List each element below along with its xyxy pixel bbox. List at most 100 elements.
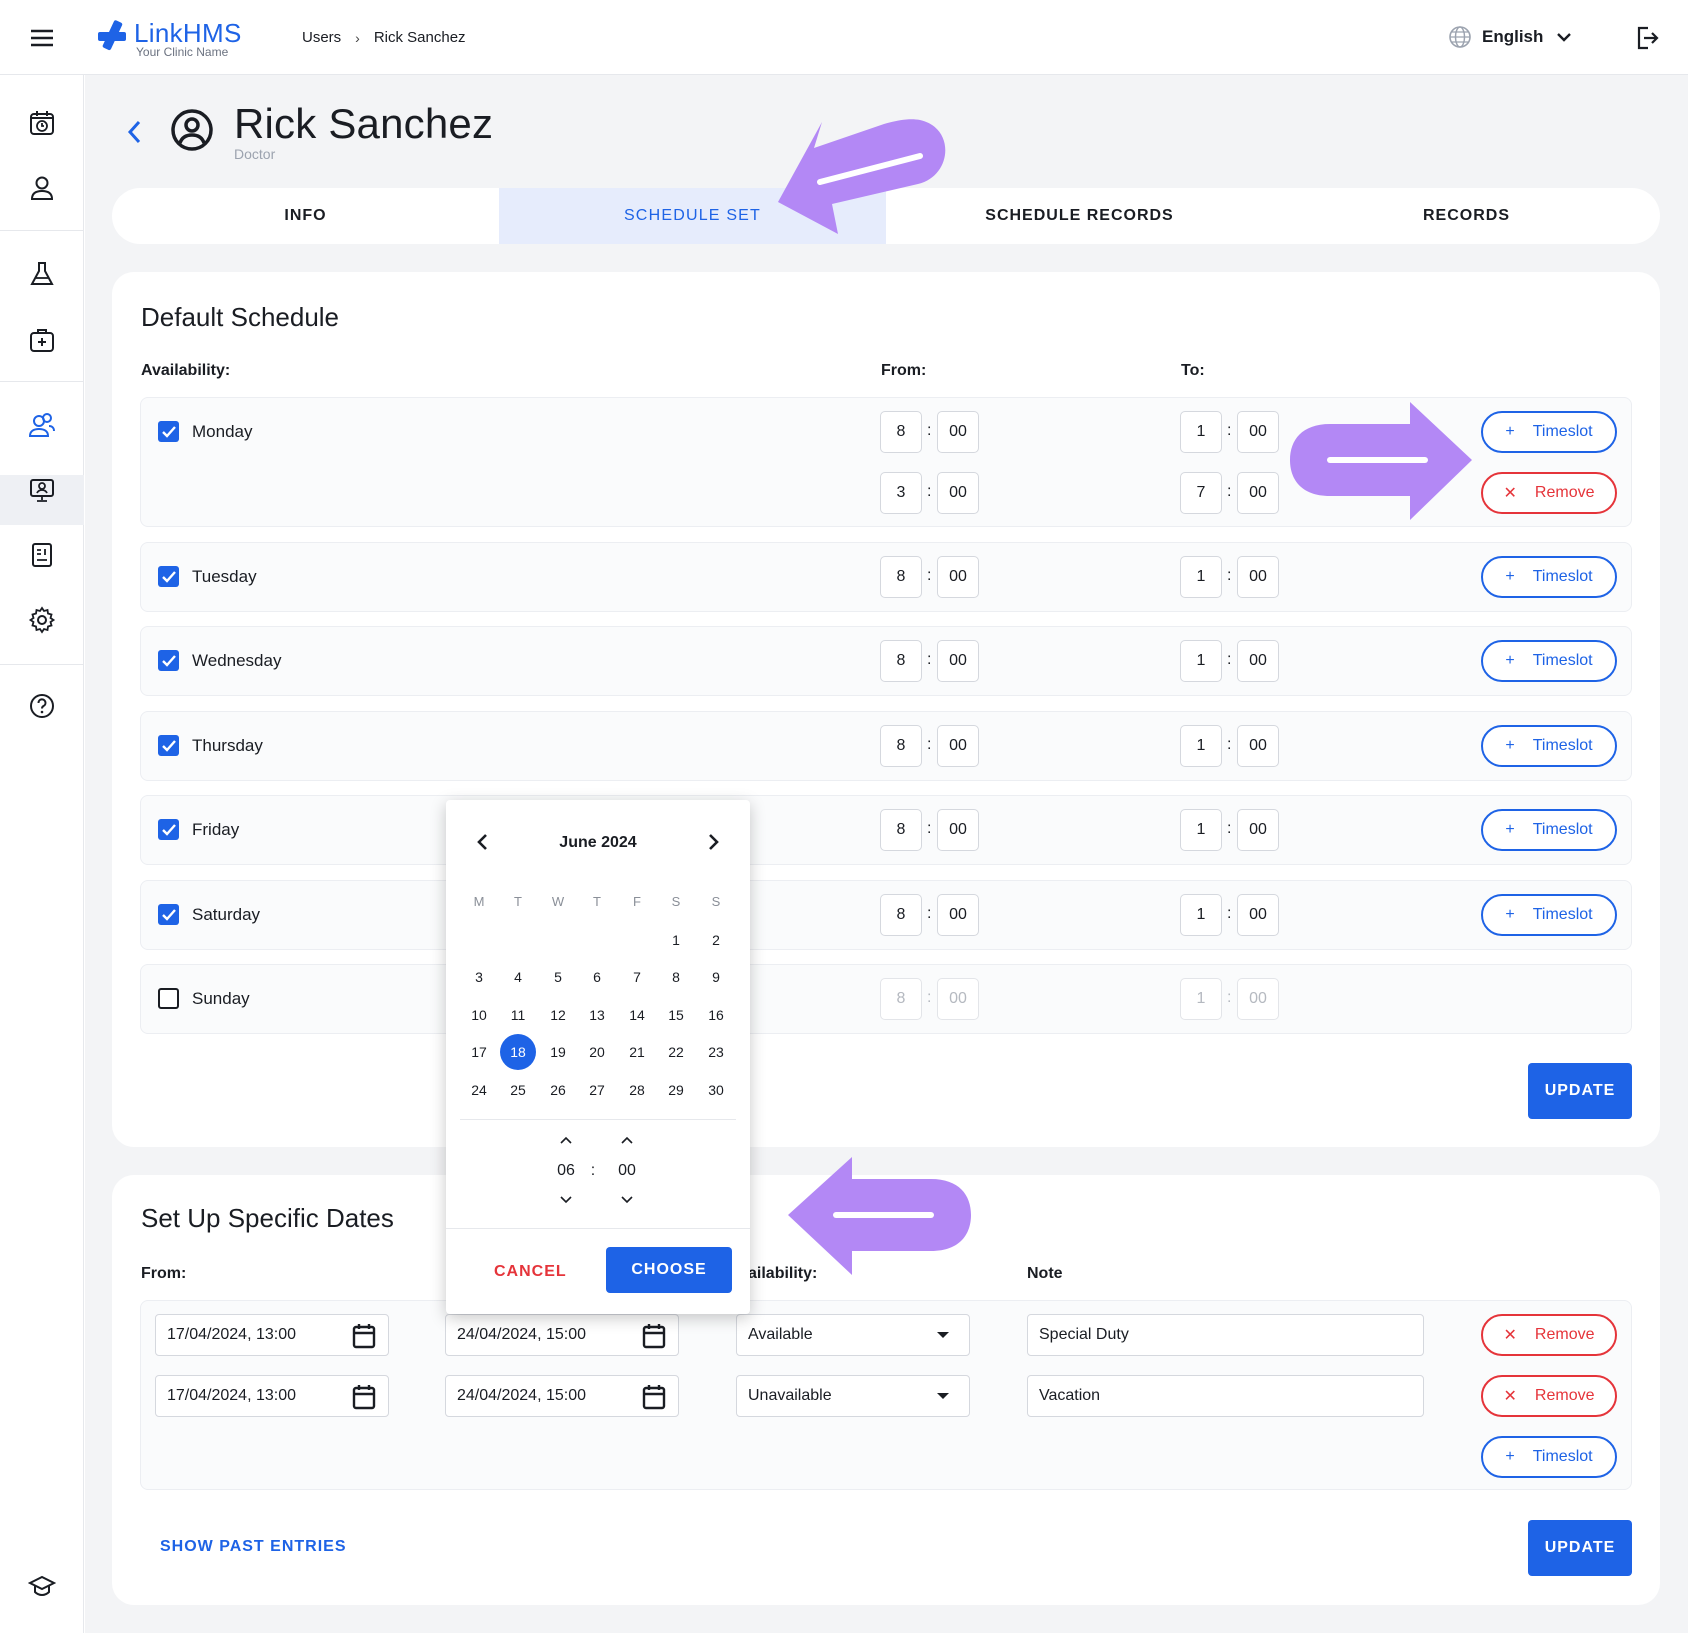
from-minute-input[interactable]: 00 (937, 640, 979, 682)
gear-icon[interactable] (28, 606, 56, 634)
back-chevron-icon[interactable] (125, 118, 143, 146)
calendar-icon[interactable] (352, 1384, 376, 1410)
add-specific-timeslot-button[interactable]: + Timeslot (1481, 1436, 1617, 1478)
calendar-day[interactable]: 7 (619, 959, 655, 995)
calendar-day[interactable]: 1 (658, 922, 694, 958)
add-timeslot-button-friday[interactable]: + Timeslot (1481, 809, 1617, 851)
tab-info[interactable]: INFO (112, 188, 499, 244)
add-timeslot-button-wednesday[interactable]: + Timeslot (1481, 640, 1617, 682)
from-minute-input[interactable]: 00 (937, 472, 979, 514)
from-minute-input[interactable]: 00 (937, 809, 979, 851)
checkbox-monday[interactable] (158, 421, 179, 442)
to-hour-input[interactable]: 1 (1180, 894, 1222, 936)
calendar-day[interactable]: 4 (500, 959, 536, 995)
to-hour-input[interactable]: 1 (1180, 725, 1222, 767)
calendar-day[interactable]: 12 (540, 997, 576, 1033)
remove-specific-date-button[interactable]: ✕ Remove (1481, 1314, 1617, 1356)
update-default-schedule-button[interactable]: UPDATE (1528, 1063, 1632, 1119)
to-minute-input[interactable]: 00 (1237, 640, 1279, 682)
calendar-day[interactable]: 29 (658, 1072, 694, 1108)
hour-value[interactable]: 06 (551, 1162, 581, 1180)
calendar-day[interactable]: 10 (461, 997, 497, 1033)
minute-down-chevron-icon[interactable] (619, 1194, 635, 1206)
to-minute-input[interactable]: 00 (1237, 556, 1279, 598)
checkbox-sunday[interactable] (158, 988, 179, 1009)
from-hour-input[interactable]: 3 (880, 472, 922, 514)
hour-down-chevron-icon[interactable] (558, 1194, 574, 1206)
note-input[interactable]: Special Duty (1027, 1314, 1424, 1356)
monitor-person-icon[interactable] (28, 476, 56, 504)
calendar-day[interactable]: 27 (579, 1072, 615, 1108)
calendar-day-selected[interactable]: 18 (500, 1034, 536, 1070)
from-hour-input[interactable]: 8 (880, 556, 922, 598)
calendar-day[interactable]: 19 (540, 1034, 576, 1070)
checkbox-friday[interactable] (158, 819, 179, 840)
add-timeslot-button-monday[interactable]: + Timeslot (1481, 411, 1617, 453)
to-hour-input[interactable]: 1 (1180, 809, 1222, 851)
cancel-button[interactable]: CANCEL (494, 1263, 567, 1281)
availability-select[interactable]: Unavailable (736, 1375, 970, 1417)
date-to-input[interactable]: 24/04/2024, 15:00 (445, 1375, 679, 1417)
help-icon[interactable] (28, 692, 56, 720)
calendar-day[interactable]: 24 (461, 1072, 497, 1108)
calendar-day[interactable]: 14 (619, 997, 655, 1033)
note-input[interactable]: Vacation (1027, 1375, 1424, 1417)
calendar-day[interactable]: 25 (500, 1072, 536, 1108)
from-minute-input[interactable]: 00 (937, 556, 979, 598)
logout-icon[interactable] (1634, 25, 1660, 51)
calendar-day[interactable]: 5 (540, 959, 576, 995)
availability-select[interactable]: Available (736, 1314, 970, 1356)
calendar-day[interactable]: 21 (619, 1034, 655, 1070)
from-minute-input[interactable]: 00 (937, 725, 979, 767)
medical-kit-icon[interactable] (28, 326, 56, 354)
choose-button[interactable]: CHOOSE (606, 1247, 732, 1293)
tab-records[interactable]: RECORDS (1273, 188, 1660, 244)
calendar-icon[interactable] (352, 1323, 376, 1349)
calendar-day[interactable]: 9 (698, 959, 734, 995)
calendar-clock-icon[interactable] (28, 109, 56, 137)
invoice-icon[interactable] (28, 541, 56, 569)
checkbox-wednesday[interactable] (158, 650, 179, 671)
calendar-day[interactable]: 17 (461, 1034, 497, 1070)
to-minute-input[interactable]: 00 (1237, 894, 1279, 936)
checkbox-saturday[interactable] (158, 904, 179, 925)
person-icon[interactable] (28, 174, 56, 202)
breadcrumb-users[interactable]: Users (302, 29, 341, 46)
calendar-day[interactable]: 11 (500, 997, 536, 1033)
app-logo[interactable]: LinkHMS Your Clinic Name (98, 18, 268, 59)
calendar-day[interactable]: 3 (461, 959, 497, 995)
to-minute-input[interactable]: 00 (1237, 809, 1279, 851)
to-hour-input[interactable]: 7 (1180, 472, 1222, 514)
from-minute-input[interactable]: 00 (937, 894, 979, 936)
calendar-day[interactable]: 30 (698, 1072, 734, 1108)
to-minute-input[interactable]: 00 (1237, 411, 1279, 453)
add-timeslot-button-tuesday[interactable]: + Timeslot (1481, 556, 1617, 598)
hamburger-menu-icon[interactable] (28, 24, 56, 52)
next-month-icon[interactable] (704, 832, 722, 852)
from-hour-input[interactable]: 8 (880, 894, 922, 936)
hour-up-chevron-icon[interactable] (558, 1134, 574, 1146)
to-minute-input[interactable]: 00 (1237, 472, 1279, 514)
calendar-day[interactable]: 6 (579, 959, 615, 995)
calendar-icon[interactable] (642, 1384, 666, 1410)
users-icon[interactable] (28, 411, 56, 439)
calendar-day[interactable]: 23 (698, 1034, 734, 1070)
minute-value[interactable]: 00 (612, 1162, 642, 1180)
language-selector[interactable]: English (1448, 25, 1575, 49)
from-hour-input[interactable]: 8 (880, 640, 922, 682)
graduation-cap-icon[interactable] (28, 1572, 56, 1600)
from-minute-input[interactable]: 00 (937, 411, 979, 453)
checkbox-thursday[interactable] (158, 735, 179, 756)
date-from-input[interactable]: 17/04/2024, 13:00 (155, 1314, 389, 1356)
remove-timeslot-button-monday[interactable]: ✕ Remove (1481, 472, 1617, 514)
calendar-day[interactable]: 2 (698, 922, 734, 958)
to-hour-input[interactable]: 1 (1180, 556, 1222, 598)
from-hour-input[interactable]: 8 (880, 411, 922, 453)
calendar-day[interactable]: 22 (658, 1034, 694, 1070)
add-timeslot-button-saturday[interactable]: + Timeslot (1481, 894, 1617, 936)
calendar-day[interactable]: 13 (579, 997, 615, 1033)
from-hour-input[interactable]: 8 (880, 725, 922, 767)
from-hour-input[interactable]: 8 (880, 809, 922, 851)
to-minute-input[interactable]: 00 (1237, 725, 1279, 767)
date-to-input[interactable]: 24/04/2024, 15:00 (445, 1314, 679, 1356)
